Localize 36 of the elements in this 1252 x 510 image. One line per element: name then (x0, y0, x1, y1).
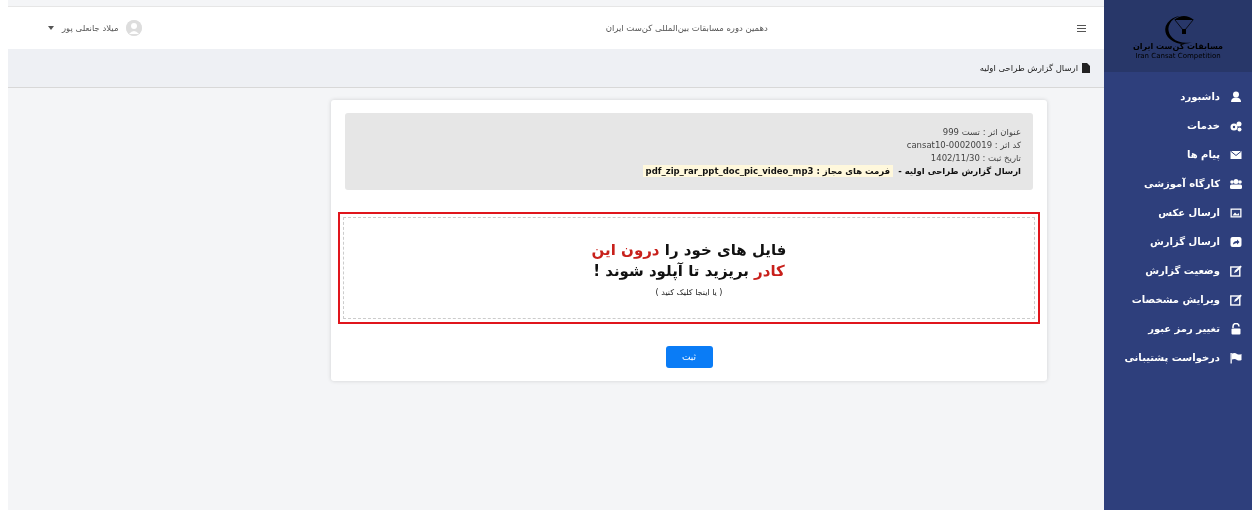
sidebar-item[interactable]: ارسال عکس (1104, 198, 1252, 227)
sidebar-item[interactable]: ویرایش مشخصات (1104, 285, 1252, 314)
allowed-formats: فرمت های مجاز : pdf_zip_rar_ppt_doc_pic_video_mp3 (642, 164, 894, 177)
report-label: ارسال گزارش طراحی اولیه - (898, 165, 1021, 176)
logo-title: مسابقات کن‌ست ایران (1133, 42, 1223, 52)
edit-icon (1230, 293, 1242, 306)
menu-icon[interactable] (1077, 24, 1086, 32)
sidebar-item[interactable]: کارگاه آموزشی (1104, 169, 1252, 198)
page-title: ارسال گزارش طراحی اولیه (979, 63, 1078, 73)
sidebar-item[interactable]: پیام ها (1104, 140, 1252, 169)
users-icon (1230, 177, 1242, 190)
share-icon (1230, 235, 1242, 248)
caret-icon (48, 26, 54, 30)
flag-icon (1230, 351, 1242, 364)
edit-icon (1230, 264, 1242, 277)
file-icon (1082, 63, 1090, 73)
image-icon (1230, 206, 1242, 219)
envelope-icon (1230, 148, 1242, 161)
info-line: عنوان اثر : تست 999 (942, 126, 1021, 137)
sidebar-item[interactable]: خدمات (1104, 111, 1252, 140)
drop-zone[interactable]: فایل های خود را درون این کادر بریزید تا آپلود شوند ! ( یا اینجا کلیک کنید ) (338, 212, 1040, 324)
sidebar-item[interactable]: تغییر رمز عبور (1104, 314, 1252, 343)
site-title: دهمین دوره مسابقات بین‌المللی کن‌ست ایران (604, 23, 769, 33)
sidebar-item[interactable]: درخواست پشتیبانی (1104, 343, 1252, 372)
drop-hint: ( یا اینجا کلیک کنید ) (655, 287, 723, 297)
user-icon (1230, 90, 1242, 103)
info-line: کد اثر : cansat10-00020019 (906, 139, 1021, 150)
user-menu[interactable]: میلاد جانعلی پور (48, 20, 143, 36)
submit-button[interactable]: ثبت (665, 346, 713, 368)
lock-icon (1230, 322, 1242, 335)
sidebar-item[interactable]: وضعیت گزارش (1104, 256, 1252, 285)
drop-message: فایل های خود را درون این کادر بریزید تا آپلود شوند ! (590, 239, 788, 282)
sidebar-item[interactable]: ارسال گزارش (1104, 227, 1252, 256)
info-line: تاریخ ثبت : 1402/11/30 (930, 152, 1021, 163)
sidebar-item[interactable]: داشبورد (1104, 82, 1252, 111)
gears-icon (1230, 119, 1242, 132)
